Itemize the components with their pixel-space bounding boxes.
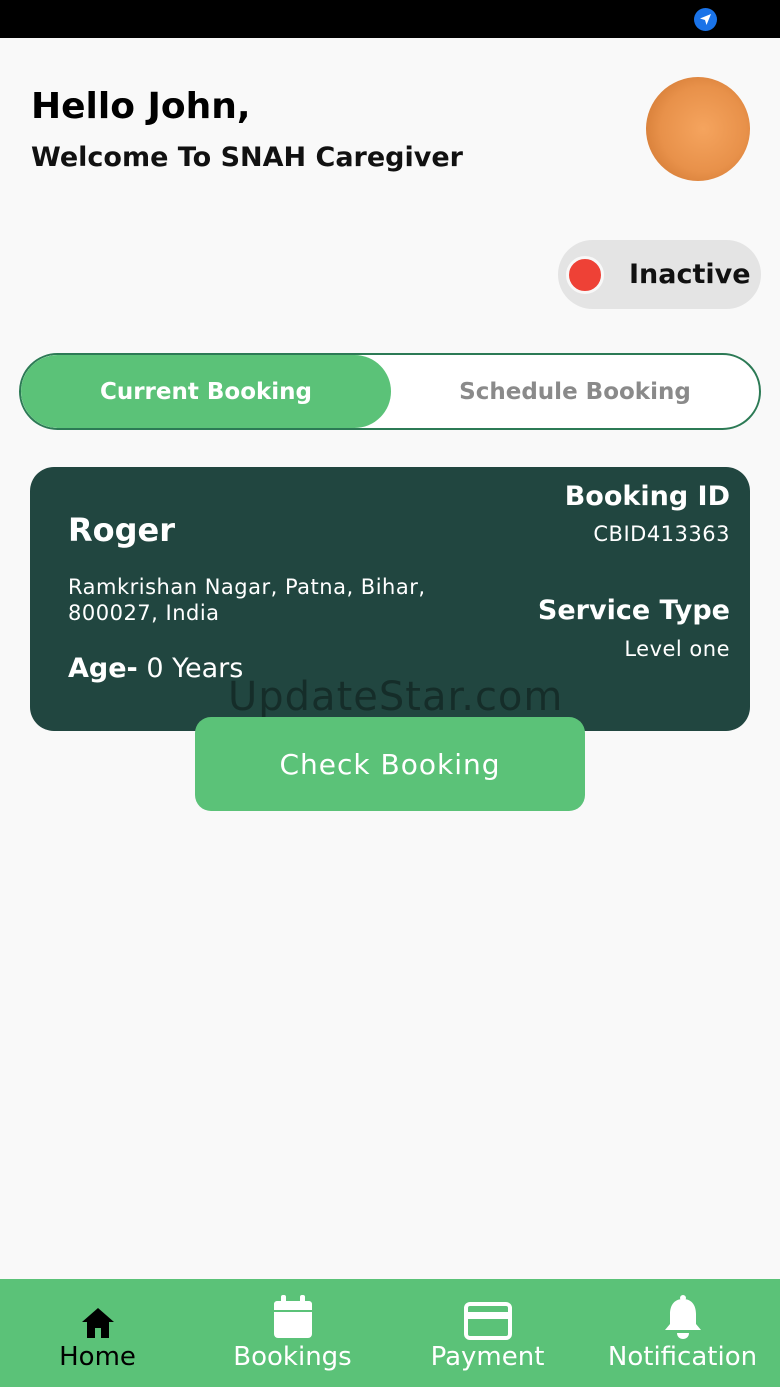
home-icon bbox=[80, 1296, 116, 1340]
age-row: Age- 0 Years bbox=[68, 653, 243, 684]
nav-item-bookings[interactable]: Bookings bbox=[195, 1279, 390, 1387]
service-type-value: Level one bbox=[624, 637, 730, 661]
tab-schedule-booking[interactable]: Schedule Booking bbox=[391, 355, 759, 428]
availability-label: Inactive bbox=[629, 259, 751, 290]
calendar-icon bbox=[272, 1295, 314, 1340]
bottom-navigation: Home Bookings Payment Notification bbox=[0, 1279, 780, 1387]
credit-card-icon bbox=[463, 1296, 512, 1340]
nav-item-notification[interactable]: Notification bbox=[585, 1279, 780, 1387]
patient-name: Roger bbox=[68, 511, 176, 549]
bell-icon bbox=[662, 1295, 704, 1340]
service-type-label: Service Type bbox=[537, 595, 730, 626]
booking-card: Roger Ramkrishan Nagar, Patna, Bihar, 80… bbox=[30, 467, 750, 731]
greeting-title: Hello John, bbox=[31, 86, 251, 127]
welcome-subtitle: Welcome To SNAH Caregiver bbox=[31, 142, 463, 173]
nav-label-bookings: Bookings bbox=[233, 1342, 352, 1372]
tab-current-booking[interactable]: Current Booking bbox=[21, 355, 391, 428]
location-arrow-icon bbox=[694, 8, 717, 31]
nav-label-payment: Payment bbox=[430, 1342, 545, 1372]
status-dot-icon bbox=[566, 255, 604, 294]
nav-item-home[interactable]: Home bbox=[0, 1279, 195, 1387]
patient-address: Ramkrishan Nagar, Patna, Bihar, 800027, … bbox=[68, 575, 426, 625]
booking-tabs: Current Booking Schedule Booking bbox=[19, 353, 761, 430]
avatar[interactable] bbox=[646, 77, 750, 181]
nav-item-payment[interactable]: Payment bbox=[390, 1279, 585, 1387]
booking-id-label: Booking ID bbox=[564, 481, 730, 512]
availability-toggle[interactable]: Inactive bbox=[558, 240, 761, 309]
nav-label-home: Home bbox=[59, 1342, 136, 1372]
check-booking-button[interactable]: Check Booking bbox=[195, 717, 585, 811]
booking-id-value: CBID413363 bbox=[593, 522, 730, 546]
age-label: Age- bbox=[68, 653, 138, 684]
age-value: 0 Years bbox=[137, 653, 244, 684]
status-bar bbox=[0, 0, 780, 38]
nav-label-notification: Notification bbox=[607, 1342, 758, 1372]
